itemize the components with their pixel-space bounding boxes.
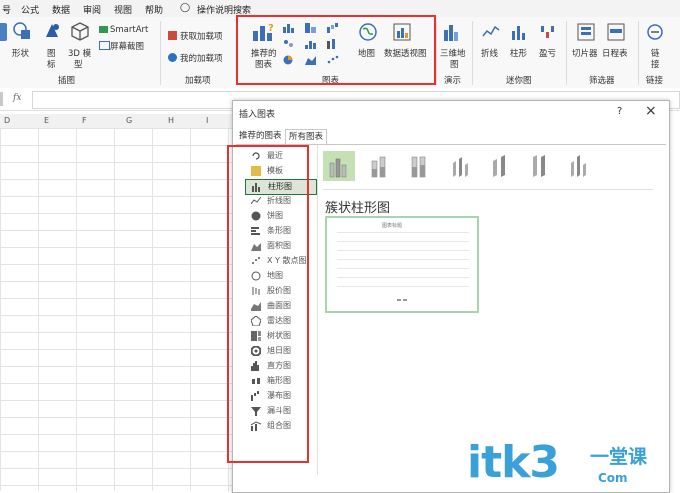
lightbulb-icon: ◯ [180, 3, 191, 13]
group-divider [566, 21, 567, 85]
illustrations-group-label: 插图 [58, 76, 76, 86]
column-header[interactable]: I [206, 116, 208, 125]
my-addins-icon [168, 53, 177, 62]
watermark-sub2: Com [598, 471, 628, 485]
help-button[interactable]: ? [617, 106, 622, 117]
menu-item-review[interactable]: 审阅 [83, 3, 101, 16]
screenshot-label[interactable]: 屏幕截图 [110, 40, 144, 52]
column-header[interactable]: F [82, 116, 87, 125]
sparkline-column-label: 柱形 [510, 49, 528, 59]
my-addins-button[interactable]: 我的加载项 [180, 52, 223, 64]
preview-chart-title: 图表标题 [382, 223, 403, 229]
worksheet-grid[interactable] [0, 128, 232, 491]
store-icon [168, 31, 177, 40]
preview-legend [403, 299, 407, 301]
3d-map-icon[interactable] [443, 22, 461, 42]
tab-recommended-charts[interactable]: 推荐的图表 [236, 129, 285, 143]
subtype-3d-100-stacked-column[interactable] [525, 151, 557, 181]
name-box[interactable] [0, 92, 3, 106]
shapes-icon[interactable] [12, 21, 32, 41]
preview-gridlines [337, 232, 469, 294]
filters-group-label: 筛选器 [589, 76, 615, 86]
watermark-text: itk3 [467, 437, 560, 488]
menu-item-home[interactable]: 号 [2, 3, 11, 16]
column-header[interactable]: E [44, 116, 49, 125]
group-divider [436, 21, 437, 85]
dialog-title: 插入图表 [239, 110, 276, 120]
subtype-clustered-column[interactable] [323, 151, 355, 181]
menu-item-formulas[interactable]: 公式 [21, 3, 39, 16]
icons-icon[interactable] [42, 21, 62, 41]
3d-model-icon[interactable] [70, 21, 90, 41]
pictures-icon[interactable] [0, 23, 7, 41]
subtype-3d-clustered-column[interactable] [445, 151, 477, 181]
menu-item-view[interactable]: 视图 [114, 3, 132, 16]
sparklines-group-label: 迷你图 [506, 76, 532, 86]
panel-divider [317, 145, 318, 475]
watermark-sub1: 一堂课 [590, 446, 648, 468]
tab-all-charts[interactable]: 所有图表 [285, 129, 328, 145]
chart-preview[interactable]: 图表标题 [325, 216, 479, 313]
sparkline-winloss-label: 盈亏 [539, 49, 557, 59]
slicer-icon[interactable] [577, 23, 595, 41]
3d-map-label-2: 图 [450, 60, 459, 70]
subtype-title: 簇状柱形图 [325, 201, 391, 216]
shapes-label: 形状 [12, 49, 30, 59]
column-header[interactable]: D [4, 116, 10, 125]
group-divider [160, 21, 161, 85]
fx-icon[interactable]: fx [13, 93, 21, 103]
preview-legend [397, 299, 401, 301]
links-group-label: 链接 [646, 76, 664, 86]
subtype-divider [323, 189, 653, 190]
charts-group-highlight [236, 15, 436, 85]
group-divider [472, 21, 473, 85]
sparkline-winloss-icon[interactable] [540, 23, 558, 41]
subtype-3d-stacked-column[interactable] [485, 151, 517, 181]
timeline-icon[interactable] [607, 23, 625, 41]
icons-label-2: 标 [47, 60, 56, 70]
sparkline-line-icon[interactable] [482, 23, 500, 41]
sparkline-line-label: 折线 [481, 49, 499, 59]
get-addins-button[interactable]: 获取加载项 [180, 30, 223, 42]
column-header-row: D E F G H I [0, 114, 232, 129]
column-header[interactable]: H [168, 116, 174, 125]
group-divider [638, 21, 639, 85]
chart-type-list-highlight [227, 145, 309, 463]
menu-item-data[interactable]: 数据 [52, 3, 70, 16]
sparkline-column-icon[interactable] [511, 23, 529, 41]
slicer-label: 切片器 [572, 49, 598, 59]
insert-chart-dialog: 插入图表 ? × 推荐的图表 所有图表 最近 模板 柱形图 折线图 饼图 条形图… [227, 100, 670, 493]
link-icon[interactable] [646, 23, 664, 41]
menu-item-help[interactable]: 帮助 [145, 3, 163, 16]
smartart-icon[interactable] [99, 26, 108, 33]
link-label-2: 接 [651, 60, 660, 70]
subtype-3d-column[interactable] [563, 151, 595, 181]
3d-model-label-2: 型 [74, 60, 83, 70]
close-button[interactable]: × [645, 103, 657, 119]
column-header[interactable]: G [126, 116, 132, 125]
subtype-stacked-column[interactable] [365, 151, 397, 181]
addins-group-label: 加载项 [185, 76, 211, 86]
smartart-label[interactable]: SmartArt [110, 25, 148, 35]
screenshot-icon[interactable] [99, 41, 110, 50]
timeline-label: 日程表 [602, 49, 628, 59]
subtype-100-stacked-column[interactable] [405, 151, 437, 181]
tours-group-label: 演示 [444, 76, 462, 86]
